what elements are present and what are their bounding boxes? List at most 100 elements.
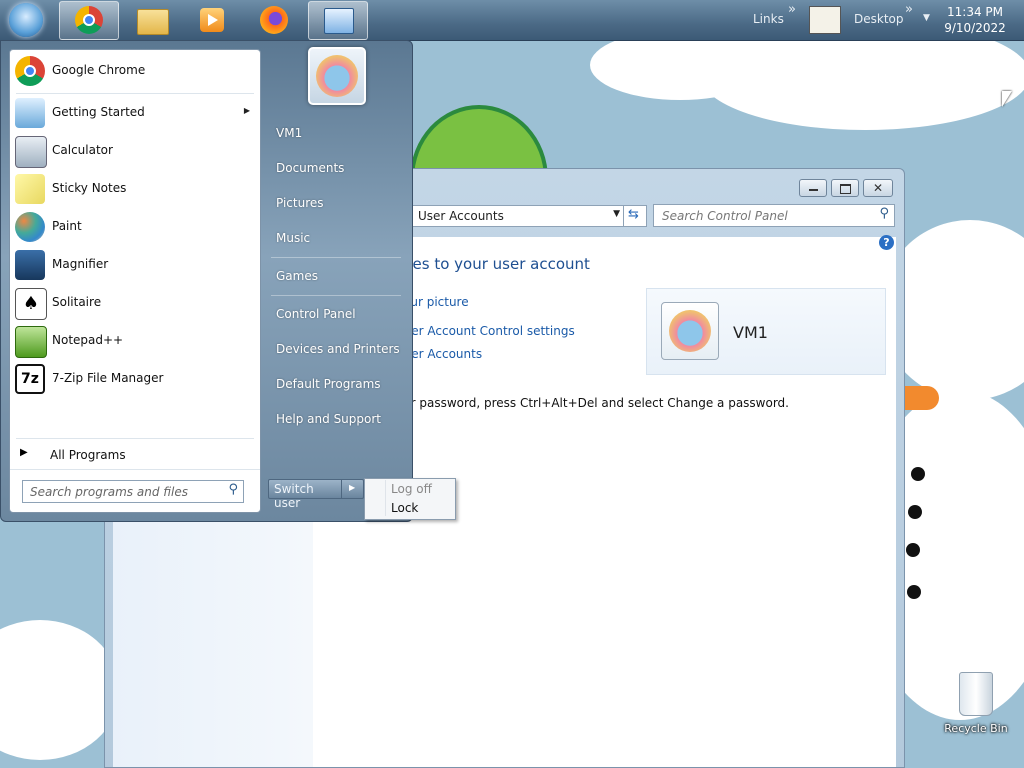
- user-avatar-icon: [669, 310, 711, 352]
- minimize-button[interactable]: [799, 179, 827, 197]
- windows-logo-icon: [9, 3, 43, 37]
- search-control-panel-field[interactable]: Search Control Panel ⚲: [653, 204, 895, 227]
- recycle-bin-icon: [959, 672, 993, 716]
- user-tile: VM1: [646, 288, 886, 375]
- search-programs-field[interactable]: Search programs and files ⚲: [22, 480, 244, 503]
- desktop-toolbar-label[interactable]: Desktop: [854, 12, 904, 26]
- arrow-right-icon: ▶: [349, 483, 356, 492]
- clock-date: 9/10/2022: [944, 21, 1006, 35]
- recycle-bin-label: Recycle Bin: [944, 722, 1008, 735]
- all-programs-bottom-separator: [10, 469, 260, 470]
- program-item-paint[interactable]: Paint: [10, 209, 260, 245]
- minimize-icon: [809, 189, 818, 191]
- start-link-control-panel[interactable]: Control Panel: [276, 307, 356, 321]
- user-picture-frame[interactable]: [308, 47, 366, 105]
- menu-item-log-off[interactable]: Log off: [367, 480, 453, 498]
- user-name: VM1: [733, 323, 768, 342]
- 7zip-icon: 7z: [15, 364, 45, 394]
- all-programs-label: All Programs: [50, 448, 126, 462]
- refresh-icon: ⇆: [628, 207, 639, 222]
- right-separator: [271, 295, 401, 296]
- recycle-bin[interactable]: Recycle Bin: [944, 670, 1008, 740]
- address-text: User Accounts: [418, 209, 504, 223]
- switch-user-button[interactable]: Switch user: [268, 479, 342, 510]
- links-toolbar-label[interactable]: Links: [753, 12, 784, 26]
- start-link-games[interactable]: Games: [276, 269, 318, 283]
- program-item-getting-started[interactable]: Getting Started ▶: [10, 95, 260, 131]
- sticky-notes-icon: [15, 174, 45, 204]
- menu-item-lock[interactable]: Lock: [367, 499, 453, 517]
- clock-time: 11:34 PM: [947, 5, 1003, 19]
- program-item-calculator[interactable]: Calculator: [10, 133, 260, 169]
- program-item-notepad-plus-plus[interactable]: Notepad++: [10, 323, 260, 359]
- snowman-button: [908, 505, 922, 519]
- calculator-icon: [15, 136, 47, 168]
- program-item-google-chrome[interactable]: Google Chrome: [10, 53, 260, 89]
- user-avatar-icon: [316, 55, 358, 97]
- start-link-devices-printers[interactable]: Devices and Printers: [276, 342, 400, 356]
- notepad-plus-plus-icon: [15, 326, 47, 358]
- start-link-default-programs[interactable]: Default Programs: [276, 377, 381, 391]
- search-programs-placeholder: Search programs and files: [30, 485, 188, 499]
- switch-user-popup-menu: Log off Lock: [364, 478, 456, 520]
- address-bar[interactable]: User Accounts ▼: [411, 205, 625, 227]
- uac-settings-link[interactable]: ser Account Control settings: [405, 324, 575, 338]
- chevron-down-icon[interactable]: ▼: [613, 209, 620, 219]
- program-item-magnifier[interactable]: Magnifier: [10, 247, 260, 283]
- password-note: ur password, press Ctrl+Alt+Del and sele…: [403, 396, 789, 410]
- all-programs-button[interactable]: ▶ All Programs: [10, 442, 260, 468]
- submenu-arrow-icon: ▶: [243, 106, 250, 115]
- cloud-shape: [700, 40, 1024, 130]
- restore-icon: [840, 184, 851, 194]
- search-placeholder: Search Control Panel: [662, 209, 788, 223]
- program-item-7zip[interactable]: 7z 7-Zip File Manager: [10, 361, 260, 397]
- start-link-music[interactable]: Music: [276, 231, 310, 245]
- refresh-button[interactable]: ⇆: [623, 205, 647, 227]
- close-icon: ✕: [872, 181, 884, 195]
- maximize-button[interactable]: [831, 179, 859, 197]
- taskbar-explorer-button[interactable]: [121, 1, 179, 38]
- cloud-shape: [0, 620, 120, 760]
- paint-icon: [15, 212, 45, 242]
- right-separator: [271, 257, 401, 258]
- start-button[interactable]: [3, 0, 49, 38]
- search-icon: ⚲: [879, 206, 889, 221]
- log-off-label: Log off: [391, 482, 432, 496]
- taskbar-control-panel-button[interactable]: [308, 1, 368, 40]
- program-item-sticky-notes[interactable]: Sticky Notes: [10, 171, 260, 207]
- start-link-documents[interactable]: Documents: [276, 161, 344, 175]
- program-item-solitaire[interactable]: ♠ Solitaire: [10, 285, 260, 321]
- switch-user-label: Switch user: [274, 482, 314, 510]
- start-link-help-support[interactable]: Help and Support: [276, 412, 381, 426]
- solitaire-icon: ♠: [15, 288, 47, 320]
- start-menu: Google Chrome Getting Started ▶ Calculat…: [0, 40, 413, 522]
- snowman-button: [911, 467, 925, 481]
- chrome-icon: [15, 56, 45, 86]
- start-link-pictures[interactable]: Pictures: [276, 196, 324, 210]
- arrow-right-icon: ▶: [20, 447, 28, 458]
- snowman-nose: [903, 386, 939, 410]
- taskbar-chrome-button[interactable]: [59, 1, 119, 40]
- manage-accounts-link[interactable]: ser Accounts: [405, 347, 482, 361]
- folder-icon: [137, 9, 169, 35]
- desktop-more-icon[interactable]: »: [905, 2, 913, 17]
- clock[interactable]: 11:34 PM 9/10/2022: [942, 4, 1008, 36]
- all-programs-separator: [16, 438, 254, 439]
- taskbar-media-player-button[interactable]: [183, 1, 241, 38]
- snowman-button: [906, 543, 920, 557]
- taskbar-firefox-button[interactable]: [245, 1, 303, 38]
- show-hidden-icons-chevron-icon[interactable]: ▼: [923, 13, 930, 23]
- pinned-separator: [16, 93, 254, 94]
- search-icon: ⚲: [228, 482, 238, 497]
- getting-started-icon: [15, 98, 45, 128]
- links-more-icon[interactable]: »: [788, 2, 796, 17]
- close-button[interactable]: ✕: [863, 179, 893, 197]
- desktop-toolbar-icon: [809, 6, 841, 34]
- shutdown-options-button[interactable]: ▶: [341, 479, 364, 499]
- help-icon[interactable]: ?: [879, 235, 894, 250]
- magnifier-icon: [15, 250, 45, 280]
- taskbar: Links » Desktop » ▼ 11:34 PM 9/10/2022: [0, 0, 1024, 41]
- start-link-user[interactable]: VM1: [276, 126, 302, 140]
- popup-gutter: [385, 480, 386, 516]
- control-panel-icon: [324, 8, 354, 34]
